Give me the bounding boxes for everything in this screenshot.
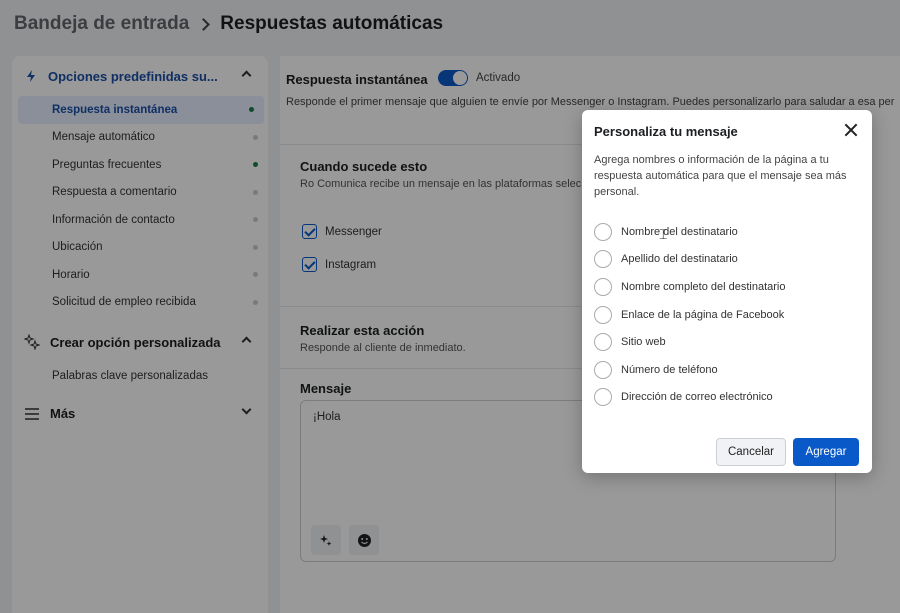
close-icon[interactable] bbox=[844, 123, 858, 137]
radio-button[interactable] bbox=[594, 223, 612, 241]
modal-description: Agrega nombres o información de la págin… bbox=[594, 154, 847, 198]
option-nombre-completo[interactable]: Nombre completo del destinatario bbox=[594, 278, 785, 296]
option-label: Apellido del destinatario bbox=[621, 253, 738, 265]
add-button[interactable]: Agregar bbox=[793, 438, 859, 466]
radio-button[interactable] bbox=[594, 333, 612, 351]
radio-button[interactable] bbox=[594, 278, 612, 296]
radio-button[interactable] bbox=[594, 361, 612, 379]
text-cursor-icon: ⌶ bbox=[659, 226, 668, 242]
option-telefono[interactable]: Número de teléfono bbox=[594, 361, 718, 379]
option-label: Sitio web bbox=[621, 336, 666, 348]
option-enlace-facebook[interactable]: Enlace de la página de Facebook bbox=[594, 306, 784, 324]
radio-button[interactable] bbox=[594, 250, 612, 268]
modal-title: Personaliza tu mensaje bbox=[594, 124, 738, 139]
option-label: Dirección de correo electrónico bbox=[621, 391, 773, 403]
radio-button[interactable] bbox=[594, 388, 612, 406]
personalize-modal: Personaliza tu mensaje Agrega nombres o … bbox=[582, 110, 872, 473]
option-apellido[interactable]: Apellido del destinatario bbox=[594, 250, 738, 268]
modal-divider bbox=[582, 420, 872, 421]
option-correo[interactable]: Dirección de correo electrónico bbox=[594, 388, 773, 406]
option-label: Nombre completo del destinatario bbox=[621, 281, 786, 293]
cancel-button[interactable]: Cancelar bbox=[716, 438, 786, 466]
option-label: Nombre del destinatario bbox=[621, 226, 738, 238]
option-label: Enlace de la página de Facebook bbox=[621, 309, 785, 321]
option-label: Número de teléfono bbox=[621, 364, 718, 376]
option-sitio-web[interactable]: Sitio web bbox=[594, 333, 666, 351]
radio-button[interactable] bbox=[594, 306, 612, 324]
